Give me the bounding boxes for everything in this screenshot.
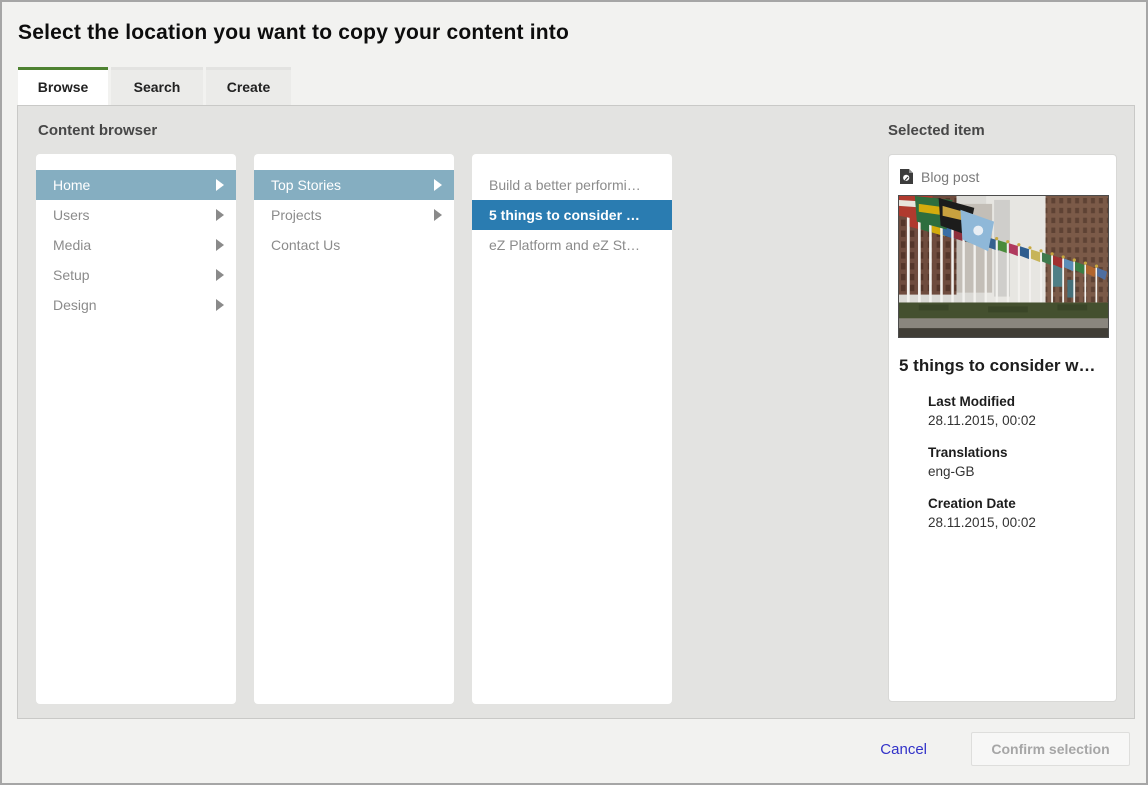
- browser-item-ez-platform[interactable]: eZ Platform and eZ St…: [472, 230, 672, 260]
- browser-column-3: Build a better performi… 5 things to con…: [472, 154, 672, 704]
- item-label: Media: [53, 237, 91, 253]
- field-creation-date: Creation Date 28.11.2015, 00:02: [928, 494, 1107, 532]
- content-type-row: Blog post: [899, 168, 1107, 185]
- chevron-right-icon: [434, 179, 442, 191]
- tab-label: Browse: [38, 79, 89, 95]
- tab-create[interactable]: Create: [206, 67, 291, 105]
- cancel-button[interactable]: Cancel: [880, 741, 927, 758]
- chevron-right-icon: [216, 269, 224, 281]
- tab-bar: Browse Search Create: [18, 67, 294, 105]
- item-label: eZ Platform and eZ St…: [489, 237, 640, 253]
- tab-label: Create: [227, 79, 271, 95]
- browser-column-1: Home Users Media Setup Design: [36, 154, 236, 704]
- selected-item-heading: Selected item: [888, 122, 985, 139]
- dialog-footer: Cancel Confirm selection: [880, 732, 1130, 766]
- confirm-selection-button[interactable]: Confirm selection: [971, 732, 1130, 766]
- browser-item-top-stories[interactable]: Top Stories: [254, 170, 454, 200]
- browser-item-design[interactable]: Design: [36, 290, 236, 320]
- blog-post-icon: [899, 168, 914, 185]
- browser-item-media[interactable]: Media: [36, 230, 236, 260]
- browser-column-2: Top Stories Projects Contact Us: [254, 154, 454, 704]
- field-value: 28.11.2015, 00:02: [928, 513, 1107, 532]
- field-label: Translations: [928, 443, 1107, 462]
- content-browser-panel: Content browser Selected item Home Users…: [17, 105, 1135, 719]
- tab-label: Search: [134, 79, 181, 95]
- content-type-label: Blog post: [921, 169, 979, 185]
- chevron-right-icon: [216, 239, 224, 251]
- tab-browse[interactable]: Browse: [18, 67, 108, 105]
- chevron-right-icon: [216, 209, 224, 221]
- item-label: Build a better performi…: [489, 177, 641, 193]
- chevron-right-icon: [216, 179, 224, 191]
- browser-item-setup[interactable]: Setup: [36, 260, 236, 290]
- field-translations: Translations eng-GB: [928, 443, 1107, 481]
- selected-item-card: Blog post: [888, 154, 1117, 702]
- chevron-right-icon: [434, 209, 442, 221]
- item-label: Setup: [53, 267, 90, 283]
- browser-item-5-things[interactable]: 5 things to consider …: [472, 200, 672, 230]
- selected-item-title: 5 things to consider w…: [899, 356, 1107, 376]
- field-value: 28.11.2015, 00:02: [928, 411, 1107, 430]
- browser-item-users[interactable]: Users: [36, 200, 236, 230]
- field-value: eng-GB: [928, 462, 1107, 481]
- content-browser-heading: Content browser: [38, 122, 157, 139]
- browser-item-contact-us[interactable]: Contact Us: [254, 230, 454, 260]
- item-label: 5 things to consider …: [489, 207, 640, 223]
- item-label: Design: [53, 297, 97, 313]
- item-label: Contact Us: [271, 237, 340, 253]
- field-label: Last Modified: [928, 392, 1107, 411]
- tab-search[interactable]: Search: [111, 67, 203, 105]
- browser-columns: Home Users Media Setup Design: [36, 154, 690, 704]
- selected-item-fields: Last Modified 28.11.2015, 00:02 Translat…: [898, 392, 1107, 532]
- browser-item-home[interactable]: Home: [36, 170, 236, 200]
- copy-location-dialog: Select the location you want to copy you…: [0, 0, 1148, 785]
- chevron-right-icon: [216, 299, 224, 311]
- dialog-title: Select the location you want to copy you…: [18, 21, 569, 45]
- field-last-modified: Last Modified 28.11.2015, 00:02: [928, 392, 1107, 430]
- item-label: Home: [53, 177, 90, 193]
- field-label: Creation Date: [928, 494, 1107, 513]
- selected-item-image: [898, 195, 1109, 338]
- item-label: Users: [53, 207, 90, 223]
- item-label: Projects: [271, 207, 322, 223]
- browser-item-projects[interactable]: Projects: [254, 200, 454, 230]
- browser-item-build-better[interactable]: Build a better performi…: [472, 170, 672, 200]
- item-label: Top Stories: [271, 177, 341, 193]
